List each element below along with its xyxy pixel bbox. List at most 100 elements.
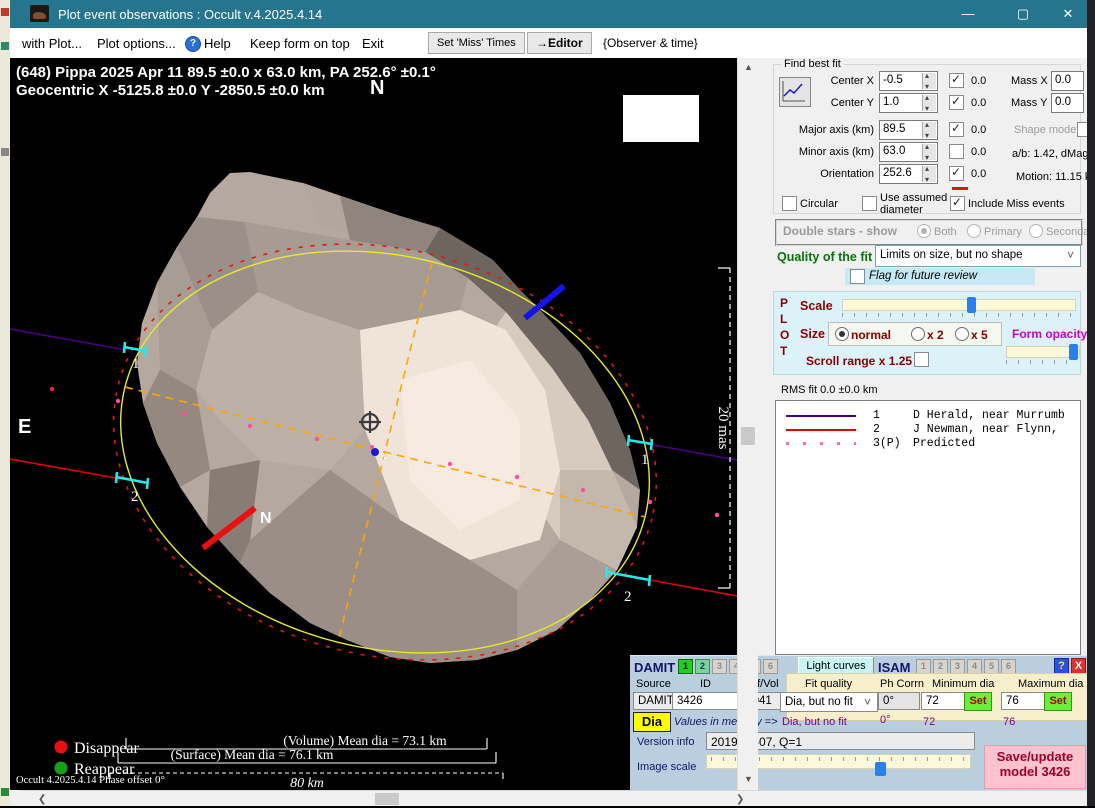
flag-review-row: Flag for future review — [845, 268, 1035, 285]
mass-y-input[interactable]: 0.0 — [1051, 93, 1084, 113]
dia-button[interactable]: Dia — [633, 712, 671, 732]
include-miss-checkbox[interactable] — [950, 196, 965, 211]
orientation-input[interactable]: 252.6 — [879, 164, 938, 184]
minimize-button[interactable]: — — [945, 0, 991, 28]
id-field[interactable]: 3426 — [672, 692, 740, 710]
isam-model-2-button[interactable]: 2 — [933, 659, 948, 674]
center-y-label: Center Y — [814, 97, 874, 109]
save-update-button[interactable]: Save/updatemodel 3426 — [984, 745, 1086, 789]
observer-list[interactable]: 1 D Herald, near Murrumb 2 J Newman, nea… — [775, 400, 1081, 655]
scale-slider[interactable] — [842, 299, 1076, 311]
damit-close-button[interactable]: X — [1071, 658, 1086, 674]
set-min-dia-button[interactable]: Set — [964, 692, 992, 711]
damit-model-1-button[interactable]: 1 — [678, 659, 693, 674]
scroll-down-icon[interactable]: ▼ — [744, 774, 753, 784]
quality-dropdown[interactable]: Limits on size, but no shape — [875, 245, 1081, 267]
menu-with-plot[interactable]: with Plot... — [22, 36, 82, 51]
plot-o: O — [780, 328, 789, 342]
center-y-err: 0.0 — [971, 97, 986, 109]
double-both-radio[interactable] — [917, 224, 931, 238]
center-y-spinner[interactable] — [922, 95, 936, 111]
list-item[interactable]: 1 D Herald, near Murrumb — [776, 409, 1080, 423]
help-icon[interactable]: ? — [185, 36, 201, 52]
major-axis-checkbox[interactable] — [949, 122, 964, 137]
best-fit-chart-button[interactable] — [779, 77, 811, 107]
chord-1-line-swatch — [786, 415, 856, 417]
form-opacity-thumb[interactable] — [1069, 344, 1078, 360]
mas-scale-label: 20 mas — [715, 407, 731, 450]
shape-model-checkbox[interactable] — [1077, 122, 1087, 137]
scroll-right-icon[interactable]: ❯ — [736, 794, 744, 805]
vertical-scroll-thumb[interactable] — [741, 427, 755, 445]
plot-horizontal-scrollbar[interactable]: ❮ ❯ — [20, 790, 1095, 807]
set-miss-times-button[interactable]: Set 'Miss' Times — [428, 32, 525, 54]
isam-model-6-button[interactable]: 6 — [1001, 659, 1016, 674]
image-scale-thumb[interactable] — [875, 762, 886, 776]
size-normal-radio[interactable] — [835, 327, 849, 341]
max-dia-field[interactable]: 76 — [1001, 692, 1045, 710]
ph-corr-field[interactable]: 0° — [878, 692, 920, 710]
mass-y-label: Mass Y — [1011, 97, 1047, 109]
circular-checkbox[interactable] — [782, 196, 797, 211]
menu-help[interactable]: Help — [204, 36, 231, 51]
orientation-spinner[interactable] — [922, 166, 936, 182]
damit-model-2-button[interactable]: 2 — [695, 659, 710, 674]
scroll-left-icon[interactable]: ❮ — [38, 794, 46, 805]
center-y-checkbox[interactable] — [949, 95, 964, 110]
center-x-spinner[interactable] — [922, 73, 936, 89]
isam-model-3-button[interactable]: 3 — [950, 659, 965, 674]
center-x-input[interactable]: -0.5 — [879, 71, 938, 91]
sky-plane-plot[interactable]: 1 1 2 2 N 3 (648) Pippa 2025 Apr 11 89.5… — [10, 58, 737, 790]
observer-name: Predicted — [913, 437, 975, 450]
min-dia-field[interactable]: 72 — [921, 692, 965, 710]
list-item[interactable]: 2 J Newman, near Flynn, — [776, 423, 1080, 437]
double-primary-radio[interactable] — [967, 224, 981, 238]
center-y-input[interactable]: 1.0 — [879, 93, 938, 113]
circular-label: Circular — [800, 198, 838, 210]
plot-vertical-scrollbar[interactable]: ▲ ▼ — [737, 58, 758, 790]
close-button[interactable]: ✕ — [1045, 0, 1091, 28]
form-opacity-slider[interactable] — [1006, 346, 1080, 358]
list-item[interactable]: 3(P) Predicted — [776, 437, 1080, 451]
scroll-up-icon[interactable]: ▲ — [744, 62, 753, 72]
minor-axis-input[interactable]: 63.0 — [879, 142, 938, 162]
maximize-button[interactable]: ▢ — [1000, 0, 1046, 28]
menu-keep-on-top[interactable]: Keep form on top — [250, 36, 350, 51]
assumed-diameter-checkbox[interactable] — [862, 196, 877, 211]
flag-review-checkbox[interactable] — [850, 269, 865, 284]
minor-axis-spinner[interactable] — [922, 144, 936, 160]
horizontal-scroll-thumb[interactable] — [375, 793, 399, 805]
center-x-checkbox[interactable] — [949, 73, 964, 88]
fit-quality-dropdown[interactable]: Dia, but no fit — [780, 692, 878, 712]
background-fragment — [1, 788, 9, 796]
observer-name: J Newman, near Flynn, — [913, 423, 1058, 436]
isam-model-1-button[interactable]: 1 — [916, 659, 931, 674]
scale-slider-thumb[interactable] — [967, 297, 976, 313]
size-x5-radio[interactable] — [955, 327, 969, 341]
isam-model-4-button[interactable]: 4 — [967, 659, 982, 674]
damit-help-button[interactable]: ? — [1054, 658, 1069, 674]
mass-x-input[interactable]: 0.0 — [1051, 71, 1084, 91]
minor-axis-checkbox[interactable] — [949, 144, 964, 159]
orientation-checkbox[interactable] — [949, 166, 964, 181]
find-best-fit-title: Find best fit — [781, 58, 844, 70]
north-label: N — [370, 77, 384, 99]
major-axis-spinner[interactable] — [922, 122, 936, 138]
menu-exit[interactable]: Exit — [362, 36, 384, 51]
damit-model-3-button[interactable]: 3 — [712, 659, 727, 674]
double-secondary-radio[interactable] — [1029, 224, 1043, 238]
menu-plot-options[interactable]: Plot options... — [97, 36, 176, 51]
size-x2-radio[interactable] — [911, 327, 925, 341]
set-max-dia-button[interactable]: Set — [1044, 692, 1072, 711]
editor-button[interactable]: →Editor — [527, 32, 592, 54]
damit-model-6-button[interactable]: 6 — [763, 659, 778, 674]
major-axis-input[interactable]: 89.5 — [879, 120, 938, 140]
scroll-range-checkbox[interactable] — [914, 352, 929, 367]
isam-model-5-button[interactable]: 5 — [984, 659, 999, 674]
plot-l: L — [780, 312, 787, 326]
form-opacity-ticks — [1006, 360, 1078, 364]
major-axis-label: Major axis (km) — [794, 124, 874, 136]
include-miss-label: Include Miss events — [968, 198, 1065, 210]
memory-ph-corr: 0° — [880, 714, 891, 726]
size-normal-label: normal — [851, 328, 891, 342]
